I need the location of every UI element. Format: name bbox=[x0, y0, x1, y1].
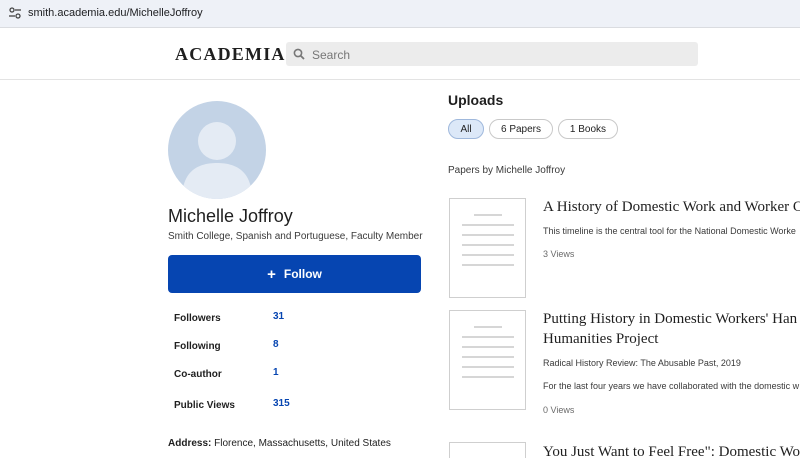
search-input[interactable] bbox=[310, 45, 694, 65]
followers-label[interactable]: Followers bbox=[174, 313, 221, 324]
avatar bbox=[168, 101, 266, 199]
follow-label: Follow bbox=[283, 267, 322, 281]
filter-papers-tab[interactable]: 6 Papers bbox=[489, 119, 553, 139]
address-value: Florence, Massachusetts, United States bbox=[214, 438, 391, 449]
paper-snippet: For the last four years we have collabor… bbox=[543, 381, 800, 391]
site-header: ACADEMIA bbox=[0, 28, 800, 80]
following-count[interactable]: 8 bbox=[273, 339, 279, 350]
address-label: Address: bbox=[168, 438, 212, 449]
paper-snippet: This timeline is the central tool for th… bbox=[543, 226, 796, 236]
paper-title[interactable]: You Just Want to Feel Free": Domestic Wo bbox=[543, 442, 800, 462]
url-text[interactable]: smith.academia.edu/MichelleJoffroy bbox=[28, 7, 203, 19]
default-user-icon bbox=[182, 122, 252, 199]
search-icon bbox=[293, 48, 305, 60]
filter-all-tab[interactable]: All bbox=[448, 119, 484, 139]
paper-thumbnail[interactable] bbox=[449, 442, 526, 458]
follow-button[interactable]: + Follow bbox=[168, 255, 421, 293]
profile-affiliation[interactable]: Smith College, Spanish and Portuguese, F… bbox=[168, 231, 423, 242]
paper-venue: Radical History Review: The Abusable Pas… bbox=[543, 358, 741, 368]
paper-thumbnail[interactable] bbox=[449, 310, 526, 410]
paper-title[interactable]: Putting History in Domestic Workers' Han bbox=[543, 309, 797, 329]
academia-logo[interactable]: ACADEMIA bbox=[175, 44, 286, 65]
paper-title-line-2[interactable]: Humanities Project bbox=[543, 329, 658, 349]
search-bar[interactable] bbox=[286, 42, 698, 66]
filter-books-tab[interactable]: 1 Books bbox=[558, 119, 618, 139]
papers-section-heading: Papers by Michelle Joffroy bbox=[448, 165, 566, 176]
paper-views: 0 Views bbox=[543, 405, 575, 415]
public-views-count: 315 bbox=[273, 398, 290, 409]
coauthor-count[interactable]: 1 bbox=[273, 367, 279, 378]
site-settings-icon[interactable] bbox=[8, 7, 22, 19]
uploads-heading: Uploads bbox=[448, 92, 504, 108]
address: Address: Florence, Massachusetts, United… bbox=[168, 438, 391, 449]
paper-title[interactable]: A History of Domestic Work and Worker Or bbox=[543, 197, 800, 217]
paper-views: 3 Views bbox=[543, 249, 575, 259]
coauthor-label[interactable]: Co-author bbox=[174, 369, 222, 380]
profile-name: Michelle Joffroy bbox=[168, 206, 293, 226]
followers-count[interactable]: 31 bbox=[273, 311, 284, 322]
plus-icon: + bbox=[267, 265, 276, 283]
public-views-label: Public Views bbox=[174, 400, 235, 411]
following-label[interactable]: Following bbox=[174, 341, 221, 352]
browser-address-bar[interactable]: smith.academia.edu/MichelleJoffroy bbox=[0, 0, 800, 28]
paper-thumbnail[interactable] bbox=[449, 198, 526, 298]
